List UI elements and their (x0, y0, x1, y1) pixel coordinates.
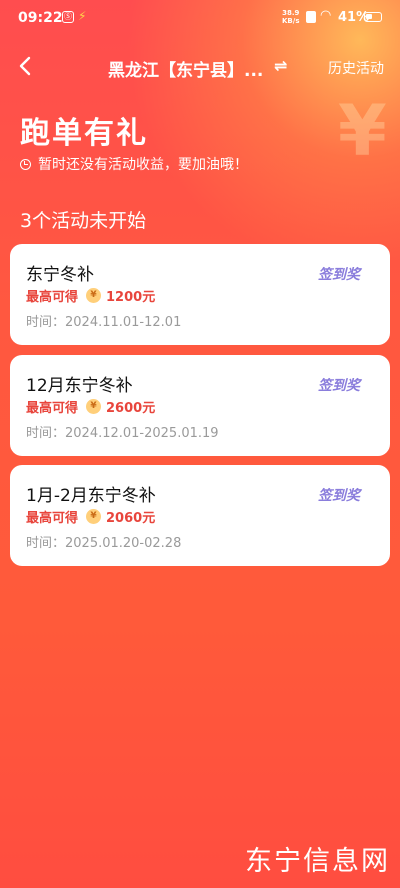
coin-icon: ¥ (86, 288, 102, 303)
app-notification-icon: Ⓢ (62, 11, 74, 23)
activity-card[interactable]: 12月东宁冬补 签到奖 最高可得 ¥ 2600元 时间：2024.12.01-2… (10, 355, 390, 456)
activity-type-badge: 签到奖 (318, 488, 360, 504)
network-speed: 38.9 KB/s (282, 9, 299, 25)
nav-bar: 黑龙江【东宁县】... ⇌ 历史活动 (0, 44, 400, 88)
coin-icon: ¥ (86, 399, 102, 414)
history-activities-link[interactable]: 历史活动 (328, 58, 384, 78)
section-title: 3个活动未开始 (20, 210, 147, 232)
activity-name: 东宁冬补 (26, 265, 94, 285)
reward-label: 最高可得 (26, 511, 79, 526)
reward-amount: 2600元 (106, 401, 156, 416)
activity-type-badge: 签到奖 (318, 378, 360, 394)
activity-name: 1月-2月东宁冬补 (26, 486, 156, 506)
wifi-icon: ◠ (320, 8, 332, 23)
activity-reward: 最高可得 ¥ 1200元 (26, 286, 155, 305)
status-time: 09:22 (18, 10, 63, 26)
activity-type-badge: 签到奖 (318, 267, 360, 283)
activity-card[interactable]: 1月-2月东宁冬补 签到奖 最高可得 ¥ 2060元 时间：2025.01.20… (10, 465, 390, 566)
site-watermark: 东宁信息网 (245, 846, 390, 877)
bolt-icon: ⚡ (78, 9, 87, 23)
activity-reward: 最高可得 ¥ 2600元 (26, 397, 155, 416)
activity-name: 12月东宁冬补 (26, 376, 133, 396)
reward-label: 最高可得 (26, 401, 79, 416)
decorative-yuan-icon: ¥ (338, 90, 387, 172)
status-bar: 09:22 Ⓢ ⚡ 38.9 KB/s ◠ 41% (0, 0, 400, 36)
city-title[interactable]: 黑龙江【东宁县】... (108, 56, 278, 81)
activity-card[interactable]: 东宁冬补 签到奖 最高可得 ¥ 1200元 时间：2024.11.01-12.0… (10, 244, 390, 345)
battery-icon (364, 12, 382, 22)
earnings-notice: 暂时还没有活动收益，要加油哦！ (20, 154, 248, 174)
back-arrow-icon[interactable] (14, 54, 38, 78)
activity-reward: 最高可得 ¥ 2060元 (26, 507, 155, 526)
page-title: 跑单有礼 (20, 116, 148, 151)
earnings-notice-text: 暂时还没有活动收益，要加油哦！ (38, 157, 248, 173)
swap-city-icon[interactable]: ⇌ (274, 56, 287, 75)
reward-amount: 1200元 (106, 290, 156, 305)
activity-time: 时间：2024.12.01-2025.01.19 (26, 426, 219, 441)
clock-icon (20, 158, 31, 170)
sim-icon (306, 11, 316, 23)
reward-amount: 2060元 (106, 511, 156, 526)
activity-time: 时间：2024.11.01-12.01 (26, 315, 182, 330)
network-speed-value: 38.9 (282, 9, 300, 17)
network-speed-unit: KB/s (282, 17, 300, 25)
coin-icon: ¥ (86, 509, 102, 524)
reward-label: 最高可得 (26, 290, 79, 305)
activity-time: 时间：2025.01.20-02.28 (26, 536, 182, 551)
